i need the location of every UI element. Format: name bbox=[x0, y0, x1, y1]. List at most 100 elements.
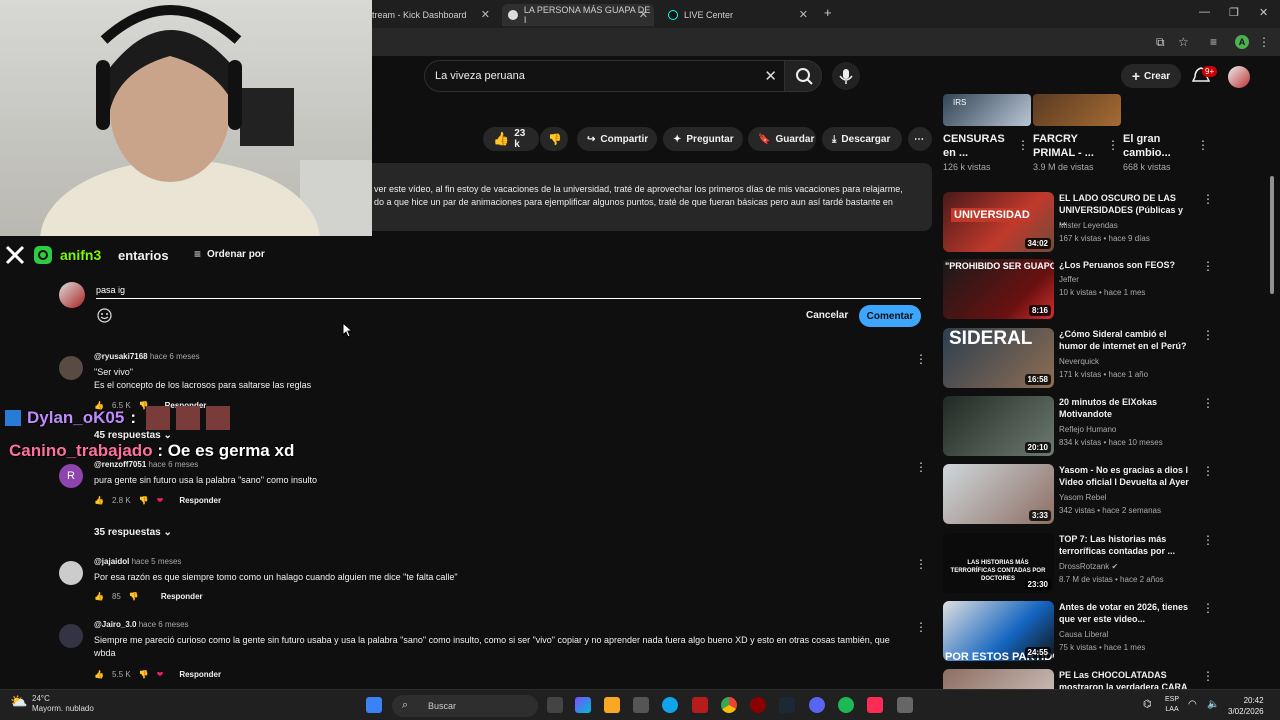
file-explorer-icon[interactable] bbox=[604, 697, 620, 713]
comment-menu-icon[interactable]: ⋮ bbox=[915, 352, 927, 366]
channel-name[interactable]: Neverquick bbox=[1059, 357, 1099, 366]
windows-start-icon[interactable] bbox=[366, 697, 382, 713]
channel-name[interactable]: Jeffer bbox=[1059, 275, 1079, 284]
reply-button[interactable]: Responder bbox=[179, 670, 221, 679]
system-clock[interactable]: 20:42 3/02/2026 bbox=[1228, 695, 1264, 717]
comment-author[interactable]: @renzoff7051 bbox=[94, 460, 146, 469]
video-menu-icon[interactable]: ⋮ bbox=[1202, 396, 1214, 410]
profile-avatar[interactable] bbox=[1228, 66, 1250, 88]
browser-menu-icon[interactable]: ⋮ bbox=[1258, 35, 1270, 49]
settings-icon[interactable] bbox=[897, 697, 913, 713]
comment-menu-icon[interactable]: ⋮ bbox=[915, 620, 927, 634]
short-item[interactable]: El gran cambio... 668 k vistas ⋮ bbox=[1123, 94, 1211, 172]
share-button[interactable]: ↪ Compartir bbox=[577, 127, 657, 151]
view-replies-button[interactable]: 35 respuestas ⌄ bbox=[94, 527, 172, 538]
new-tab-button[interactable]: + bbox=[824, 5, 832, 20]
tab-kick-dashboard[interactable]: tream - Kick Dashboard ✕ bbox=[366, 4, 496, 26]
thumbs-up-icon[interactable]: 👍 bbox=[94, 670, 104, 679]
app-icon[interactable] bbox=[692, 697, 708, 713]
weather-widget[interactable]: ⛅ 24°C Mayorm. nublado bbox=[8, 694, 94, 714]
close-tab-icon[interactable]: ✕ bbox=[639, 8, 648, 21]
short-item[interactable]: IRS CENSURAS en ... 126 k vistas ⋮ bbox=[943, 94, 1031, 172]
restore-icon[interactable]: ❐ bbox=[1229, 6, 1239, 19]
ask-button[interactable]: ✦ Preguntar bbox=[663, 127, 743, 151]
sort-by-button[interactable]: ≡ Ordenar por bbox=[194, 247, 265, 261]
network-icon[interactable]: ⌬ bbox=[1143, 699, 1152, 710]
language-indicator[interactable]: ESP LAA bbox=[1165, 695, 1179, 715]
submit-comment-button[interactable]: Comentar bbox=[859, 305, 921, 327]
more-actions-button[interactable]: ⋯ bbox=[908, 127, 932, 151]
clear-search-icon[interactable]: ✕ bbox=[764, 67, 777, 85]
emoji-icon[interactable] bbox=[97, 308, 112, 323]
recommended-video[interactable]: "PROHIBIDO SER GUAPO" 8:16 ¿Los Peruanos… bbox=[943, 259, 1214, 321]
short-menu-icon[interactable]: ⋮ bbox=[1107, 138, 1119, 152]
steam-icon[interactable] bbox=[779, 697, 795, 713]
recommended-video[interactable]: SIDERAL 16:58 ¿Cómo Sideral cambió el hu… bbox=[943, 328, 1214, 390]
commenter-avatar[interactable]: R bbox=[59, 464, 83, 488]
recommended-video[interactable]: POR ESTOS PARTIDOS 24:55 Antes de votar … bbox=[943, 601, 1214, 663]
recommended-video[interactable]: UNIVERSIDAD 34:02 EL LADO OSCURO DE LAS … bbox=[943, 192, 1214, 254]
tiktok-icon[interactable] bbox=[867, 697, 883, 713]
recommended-video[interactable]: LAS HISTORIAS MÁS TERRORÍFICAS CONTADAS … bbox=[943, 533, 1214, 595]
chrome-icon[interactable] bbox=[721, 697, 737, 713]
browser-profile-avatar[interactable]: A bbox=[1235, 35, 1249, 49]
thumbs-down-icon[interactable]: 👎 bbox=[139, 496, 149, 505]
like-button[interactable]: 👍 23 k bbox=[483, 127, 539, 151]
discord-icon[interactable] bbox=[809, 697, 825, 713]
install-app-icon[interactable]: ⧉ bbox=[1156, 35, 1165, 50]
voice-search-button[interactable] bbox=[832, 62, 860, 90]
spotify-icon[interactable] bbox=[838, 697, 854, 713]
create-button[interactable]: + Crear bbox=[1121, 64, 1181, 88]
thumbs-up-icon[interactable]: 👍 bbox=[94, 496, 104, 505]
comment-author[interactable]: @jajaidol bbox=[94, 557, 129, 566]
comment-menu-icon[interactable]: ⋮ bbox=[915, 557, 927, 571]
tab-youtube-video[interactable]: LA PERSONA MÁS GUAPA DE I ✕ bbox=[502, 4, 654, 26]
obs-icon[interactable] bbox=[750, 697, 766, 713]
bookmark-star-icon[interactable]: ☆ bbox=[1178, 35, 1189, 49]
minimize-icon[interactable]: — bbox=[1199, 6, 1210, 18]
volume-icon[interactable]: 🔈 bbox=[1207, 699, 1219, 710]
channel-name[interactable]: Reflejo Humano bbox=[1059, 425, 1116, 434]
video-description[interactable]: ver este vídeo, al fin estoy de vacacion… bbox=[372, 163, 932, 231]
reply-button[interactable]: Responder bbox=[179, 496, 221, 505]
video-menu-icon[interactable]: ⋮ bbox=[1202, 259, 1214, 273]
channel-name[interactable]: Mister Leyendas bbox=[1059, 221, 1118, 230]
recommended-video[interactable]: 3:33 Yasom - No es gracias a dios l Vide… bbox=[943, 464, 1214, 526]
video-menu-icon[interactable]: ⋮ bbox=[1202, 601, 1214, 615]
search-button[interactable] bbox=[784, 60, 822, 92]
view-replies-button[interactable]: 45 respuestas ⌄ bbox=[94, 430, 172, 441]
download-button[interactable]: ⤓ Descargar bbox=[822, 127, 902, 151]
short-menu-icon[interactable]: ⋮ bbox=[1017, 138, 1029, 152]
wifi-icon[interactable]: ◠ bbox=[1188, 699, 1197, 710]
recommended-video[interactable]: PE Las CHOCOLATADAS mostraron la verdade… bbox=[943, 669, 1213, 689]
channel-name[interactable]: Yasom Rebel bbox=[1059, 493, 1106, 502]
page-scrollbar[interactable] bbox=[1270, 176, 1274, 294]
thumbs-up-icon[interactable]: 👍 bbox=[94, 592, 104, 601]
short-item[interactable]: FARCRY PRIMAL - ... 3.9 M de vistas ⋮ bbox=[1033, 94, 1121, 172]
comment-author[interactable]: @ryusaki7168 bbox=[94, 352, 148, 361]
task-view-icon[interactable] bbox=[547, 697, 563, 713]
short-menu-icon[interactable]: ⋮ bbox=[1197, 138, 1209, 152]
comment-input[interactable] bbox=[96, 282, 921, 299]
reading-list-icon[interactable]: ≡ bbox=[1210, 35, 1217, 49]
commenter-avatar[interactable] bbox=[59, 561, 83, 585]
channel-name[interactable]: DrossRotzank ✔ bbox=[1059, 562, 1118, 571]
recommended-video[interactable]: 20:10 20 minutos de ElXokas Motivandote … bbox=[943, 396, 1214, 458]
commenter-avatar[interactable] bbox=[59, 624, 83, 648]
search-input[interactable]: La viveza peruana ✕ bbox=[424, 60, 790, 92]
video-menu-icon[interactable]: ⋮ bbox=[1202, 192, 1214, 206]
close-tab-icon[interactable]: ✕ bbox=[481, 8, 490, 21]
store-icon[interactable] bbox=[633, 697, 649, 713]
video-menu-icon[interactable]: ⋮ bbox=[1202, 328, 1214, 342]
thumbs-down-icon[interactable]: 👎 bbox=[129, 592, 139, 601]
save-button[interactable]: 🔖 Guardar bbox=[748, 127, 816, 151]
commenter-avatar[interactable] bbox=[59, 356, 83, 380]
video-menu-icon[interactable]: ⋮ bbox=[1202, 533, 1214, 547]
reply-button[interactable]: Responder bbox=[161, 592, 203, 601]
edge-icon[interactable] bbox=[662, 697, 678, 713]
channel-name[interactable]: Causa Liberal bbox=[1059, 630, 1108, 639]
tab-live-center[interactable]: LIVE Center ✕ bbox=[662, 4, 814, 26]
taskbar-search[interactable]: ⌕ Buscar bbox=[392, 695, 538, 717]
comment-menu-icon[interactable]: ⋮ bbox=[915, 460, 927, 474]
close-tab-icon[interactable]: ✕ bbox=[799, 8, 808, 21]
